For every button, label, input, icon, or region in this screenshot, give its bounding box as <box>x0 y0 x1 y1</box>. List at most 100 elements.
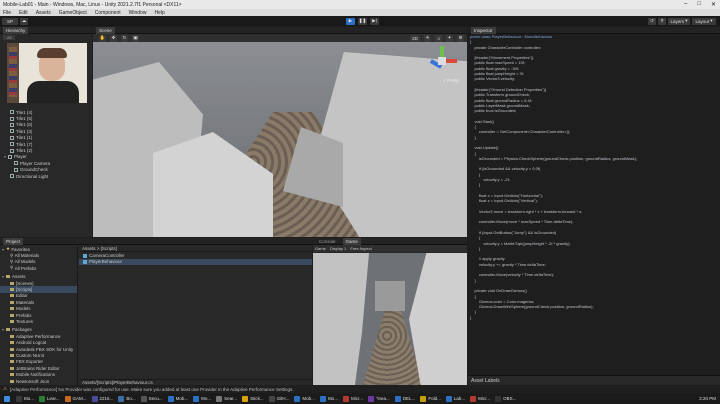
taskbar-item-label: Mo... <box>201 396 212 401</box>
tab-hierarchy[interactable]: Hierarchy <box>3 26 29 34</box>
folder-icon <box>10 379 14 383</box>
taskbar-item[interactable]: Mob... <box>166 394 191 403</box>
move-tool-icon[interactable]: ✥ <box>110 34 117 42</box>
title-bar: Mobile-Lab01 - Main - Windows, Mac, Linu… <box>0 0 720 9</box>
rotate-tool-icon[interactable]: ↻ <box>121 34 128 42</box>
taskbar: Mo... Lear... GAM... 2216... Bo... Secu... Mob… <box>0 393 720 404</box>
hierarchy-item[interactable]: Directional Light <box>0 173 92 179</box>
menu-file[interactable]: File <box>3 10 11 16</box>
effects-icon[interactable]: ✦ <box>446 34 453 42</box>
tab-inspector[interactable]: Inspector <box>471 26 496 34</box>
audio-icon[interactable]: ♫ <box>435 34 442 42</box>
tab-project[interactable]: Project <box>3 237 24 245</box>
taskbar-item-label: GitH... <box>276 396 290 401</box>
history-icon[interactable]: ↺ <box>648 17 656 25</box>
hierarchy-search-input[interactable]: All <box>3 35 16 40</box>
taskbar-item-label: Sear... <box>224 396 238 401</box>
taskbar-item-label: Fold... <box>428 396 441 401</box>
close-icon[interactable]: ✕ <box>711 1 716 8</box>
taskbar-item[interactable]: Lab... <box>444 394 467 403</box>
taskbar-item-label: Micr... <box>350 396 363 401</box>
hierarchy-header: Hierarchy <box>0 26 92 34</box>
menu-help[interactable]: Help <box>154 10 164 16</box>
game-view-dropdown[interactable]: Game <box>315 246 326 251</box>
folder-icon <box>10 288 14 292</box>
taskbar-item[interactable]: OBS... <box>493 394 518 403</box>
menu-window[interactable]: Window <box>129 10 147 16</box>
tab-scene[interactable]: Scene <box>96 26 115 34</box>
folder-icon <box>6 275 10 279</box>
tab-console[interactable]: Console <box>316 238 339 245</box>
package-item[interactable]: Newtonsoft Json <box>0 378 77 384</box>
lighting-icon[interactable]: ☀ <box>424 34 431 42</box>
app-icon <box>242 395 249 402</box>
account-button[interactable]: SP <box>2 17 18 25</box>
favorite-item[interactable]: ⚲ All Prefabs <box>0 265 77 271</box>
app-icon <box>140 395 147 402</box>
project-header: Project <box>0 237 312 245</box>
play-button[interactable]: ▶ <box>346 17 355 25</box>
hand-tool-icon[interactable]: ✋ <box>99 34 106 42</box>
folder-icon <box>10 319 14 323</box>
taskbar-item[interactable]: Mo... <box>191 394 213 403</box>
game-viewport[interactable] <box>313 253 467 385</box>
taskbar-item-label: DEL... <box>402 396 416 401</box>
search-icon: ⚲ <box>10 265 14 271</box>
scale-tool-icon[interactable]: ▣ <box>132 34 139 42</box>
menu-assets[interactable]: Assets <box>36 10 51 16</box>
tab-game[interactable]: Game <box>342 237 361 245</box>
taskbar-item-label: Mo... <box>24 396 35 401</box>
mode-2d-button[interactable]: 2D <box>410 34 420 42</box>
app-icon <box>445 395 452 402</box>
app-icon <box>167 395 174 402</box>
cube-icon <box>14 167 18 172</box>
taskbar-item[interactable]: DEL... <box>393 394 418 403</box>
project-panel: Project ▾ ★ Favorites ⚲ All Materials ⚲ A… <box>0 237 312 385</box>
taskbar-item[interactable]: Sear... <box>214 394 239 403</box>
inspector-header: Inspector <box>468 26 720 34</box>
menu-component[interactable]: Component <box>95 10 121 16</box>
start-icon[interactable] <box>2 394 12 403</box>
taskbar-item[interactable]: Fold... <box>418 394 443 403</box>
taskbar-item[interactable]: Mo... <box>14 394 36 403</box>
taskbar-item[interactable]: Secu... <box>139 394 165 403</box>
folder-icon <box>10 347 14 351</box>
menu-edit[interactable]: Edit <box>19 10 28 16</box>
taskbar-item[interactable]: GitH... <box>267 394 292 403</box>
scene-panel: Scene ✋ ✥ ↻ ▣ 2D ☀ ♫ ✦ ⚙ < Persp <box>93 26 467 237</box>
persp-label: < Persp <box>443 78 459 83</box>
search-icon[interactable]: ⚲ <box>658 17 666 25</box>
aspect-dropdown[interactable]: Free Aspect <box>350 246 371 251</box>
maximize-icon[interactable]: □ <box>697 1 701 8</box>
taskbar-item[interactable]: Lear... <box>37 394 62 403</box>
hierarchy-search[interactable]: All <box>0 34 92 41</box>
step-button[interactable]: ▶| <box>370 17 379 25</box>
script-icon <box>83 253 87 258</box>
pause-button[interactable]: ❚❚ <box>358 17 367 25</box>
orientation-gizmo[interactable] <box>427 46 457 76</box>
taskbar-items: Mo... Lear... GAM... 2216... Bo... Secu... Mob… <box>14 394 518 403</box>
app-icon <box>268 395 275 402</box>
display-dropdown[interactable]: Display 1 <box>330 246 346 251</box>
script-file-selected[interactable]: PlayerBehaviour <box>79 258 312 266</box>
taskbar-item[interactable]: 2216... <box>90 394 116 403</box>
gizmos-icon[interactable]: ⚙ <box>457 34 464 42</box>
taskbar-item[interactable]: Stick... <box>240 394 266 403</box>
scene-header: Scene <box>93 26 467 34</box>
menu-gameobject[interactable]: GameObject <box>59 10 87 16</box>
taskbar-item[interactable]: Bo... <box>116 394 137 403</box>
asset-folder[interactable]: Textures <box>0 318 77 324</box>
taskbar-item[interactable]: GAM... <box>63 394 89 403</box>
cloud-icon[interactable]: ☁ <box>20 17 28 25</box>
app-icon <box>342 395 349 402</box>
taskbar-item[interactable]: Mo... <box>318 394 340 403</box>
taskbar-item[interactable]: Mob... <box>292 394 317 403</box>
taskbar-item[interactable]: Micr... <box>341 394 365 403</box>
minimize-icon[interactable]: – <box>684 1 687 8</box>
taskbar-item[interactable]: "inea... <box>366 394 392 403</box>
layout-dropdown[interactable]: Layout ▾ <box>692 17 716 25</box>
cube-icon <box>10 110 14 115</box>
layers-dropdown[interactable]: Layers ▾ <box>668 17 690 25</box>
taskbar-item[interactable]: Micr... <box>468 394 492 403</box>
scene-viewport[interactable]: < Persp <box>93 42 467 237</box>
